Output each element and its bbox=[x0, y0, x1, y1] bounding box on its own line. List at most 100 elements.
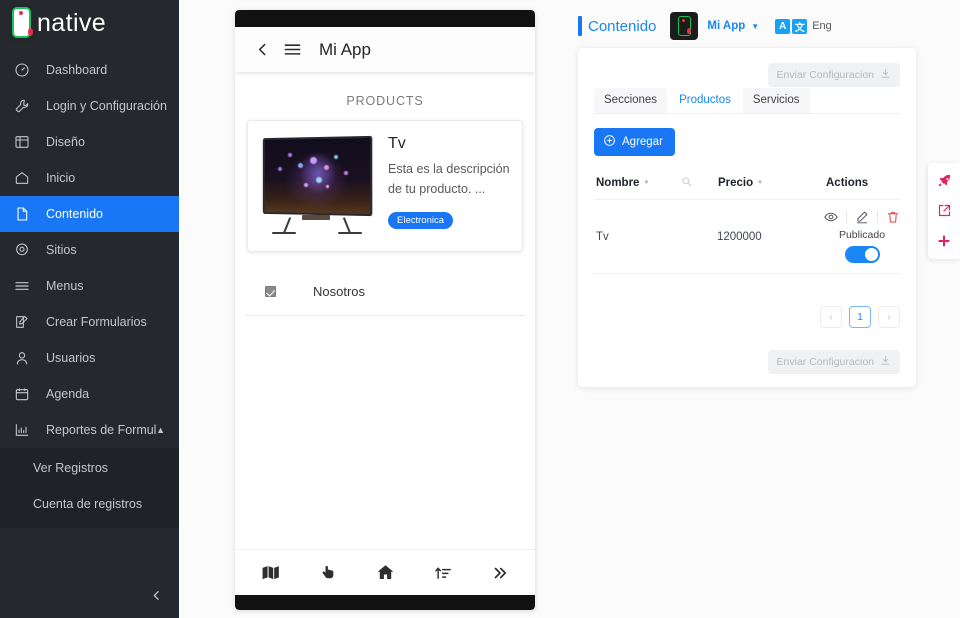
product-category-tag: Electronica bbox=[388, 211, 453, 229]
product-name: Tv bbox=[388, 135, 406, 152]
sort-icon[interactable] bbox=[434, 564, 452, 582]
sidebar-subitem-cuenta-de-registros[interactable]: Cuenta de registros bbox=[0, 486, 179, 522]
product-card[interactable]: Tv Esta es la descripción de tu producto… bbox=[247, 120, 523, 252]
sort-arrows-icon[interactable]: ▲ ▼ bbox=[643, 179, 649, 186]
wrench-icon bbox=[14, 97, 36, 115]
sidebar-nav: Dashboard Login y Configuración Diseño I… bbox=[0, 52, 179, 528]
brand-name: native bbox=[37, 8, 107, 37]
add-product-button[interactable]: Agregar bbox=[594, 128, 675, 156]
home-icon bbox=[14, 169, 36, 187]
sidebar-submenu-reportes: Ver Registros Cuenta de registros bbox=[0, 448, 179, 528]
product-info: Tv Esta es la descripción de tu producto… bbox=[388, 133, 512, 239]
hamburger-icon bbox=[14, 277, 36, 295]
send-config-label: Enviar Configuracion bbox=[776, 356, 874, 368]
sidebar-subitem-label: Cuenta de registros bbox=[33, 497, 143, 511]
brand-logo[interactable]: native bbox=[0, 0, 179, 46]
app-logo-icon[interactable] bbox=[670, 12, 699, 40]
speedometer-icon bbox=[14, 61, 36, 79]
send-config-label: Enviar Configuracion bbox=[776, 69, 874, 81]
document-icon bbox=[14, 205, 36, 223]
column-header-label: Precio bbox=[718, 176, 754, 189]
phone-preview: Mi App PRODUCTS Tv Esta es la descripció… bbox=[235, 10, 535, 610]
plus-icon[interactable] bbox=[936, 233, 952, 249]
plus-circle-icon bbox=[603, 134, 616, 150]
bar-chart-icon bbox=[14, 421, 36, 439]
app-selector-label[interactable]: Mi App bbox=[707, 20, 745, 32]
phone-app-bar: Mi App bbox=[235, 27, 535, 72]
sidebar-item-contenido[interactable]: Contenido bbox=[0, 196, 179, 232]
home-icon[interactable] bbox=[376, 563, 395, 582]
pagination-page-1[interactable]: 1 bbox=[849, 306, 871, 328]
publish-toggle[interactable] bbox=[844, 246, 880, 263]
sidebar: native Dashboard Login y Configuración D… bbox=[0, 0, 179, 618]
sidebar-item-diseno[interactable]: Diseño bbox=[0, 124, 179, 160]
rocket-icon[interactable] bbox=[937, 173, 952, 188]
floating-action-rail bbox=[928, 163, 960, 259]
send-config-button-top[interactable]: Enviar Configuracion bbox=[767, 63, 900, 87]
table-row: Tv 1200000 Publicado bbox=[594, 200, 900, 274]
sidebar-item-label: Usuarios bbox=[46, 351, 96, 365]
chevron-up-icon: ▲ bbox=[156, 425, 165, 435]
sidebar-item-crear-formularios[interactable]: Crear Formularios bbox=[0, 304, 179, 340]
back-icon[interactable] bbox=[247, 41, 277, 58]
column-header-precio[interactable]: Precio ▲ ▼ bbox=[718, 177, 826, 189]
sidebar-item-label: Contenido bbox=[46, 207, 103, 221]
column-header-actions: Actions bbox=[826, 177, 900, 189]
sidebar-item-dashboard[interactable]: Dashboard bbox=[0, 52, 179, 88]
app-root: native Dashboard Login y Configuración D… bbox=[0, 0, 960, 618]
products-section-label: PRODUCTS bbox=[346, 94, 424, 108]
sidebar-item-label: Menus bbox=[46, 279, 84, 293]
sidebar-item-agenda[interactable]: Agenda bbox=[0, 376, 179, 412]
sidebar-item-label: Diseño bbox=[46, 135, 85, 149]
chevron-left-icon: ‹ bbox=[829, 311, 833, 323]
publish-status-label: Publicado bbox=[838, 229, 886, 241]
language-selector[interactable]: A 文 Eng bbox=[775, 18, 832, 34]
caret-down-icon[interactable]: ▼ bbox=[751, 22, 759, 31]
list-item[interactable]: Nosotros bbox=[245, 266, 525, 316]
calendar-icon bbox=[14, 385, 36, 403]
checkbox-checked-icon[interactable] bbox=[265, 286, 276, 297]
search-icon[interactable] bbox=[681, 176, 692, 190]
sort-arrows-icon[interactable]: ▲ ▼ bbox=[757, 179, 763, 186]
phone-bottom-nav bbox=[235, 549, 535, 595]
native-phone-logo-icon bbox=[10, 6, 36, 40]
cell-actions: Publicado bbox=[824, 210, 900, 263]
chevron-left-icon bbox=[150, 589, 163, 606]
tab-servicios[interactable]: Servicios bbox=[742, 88, 810, 113]
sidebar-subitem-ver-registros[interactable]: Ver Registros bbox=[0, 450, 179, 486]
map-icon[interactable] bbox=[261, 563, 280, 582]
products-table: Nombre ▲ ▼ Precio ▲ ▼ Actions Tv 1200000… bbox=[594, 166, 900, 274]
sidebar-collapse-button[interactable] bbox=[143, 584, 169, 610]
content-header: Contenido Mi App ▼ A 文 Eng bbox=[578, 12, 832, 40]
sidebar-item-login-configuracion[interactable]: Login y Configuración bbox=[0, 88, 179, 124]
sidebar-item-label: Agenda bbox=[46, 387, 90, 401]
pagination-next-button[interactable]: › bbox=[878, 306, 900, 328]
column-header-nombre[interactable]: Nombre ▲ ▼ bbox=[594, 176, 718, 190]
pagination-prev-button[interactable]: ‹ bbox=[820, 306, 842, 328]
sidebar-item-inicio[interactable]: Inicio bbox=[0, 160, 179, 196]
sidebar-item-label: Sitios bbox=[46, 243, 77, 257]
share-icon[interactable] bbox=[937, 203, 952, 218]
tab-productos[interactable]: Productos bbox=[669, 88, 741, 113]
pagination: ‹ 1 › bbox=[820, 306, 900, 328]
double-chevron-right-icon[interactable] bbox=[491, 564, 509, 582]
eye-icon[interactable] bbox=[824, 210, 838, 224]
trash-icon[interactable] bbox=[886, 210, 900, 224]
pointing-hand-icon[interactable] bbox=[319, 564, 337, 582]
sidebar-item-menus[interactable]: Menus bbox=[0, 268, 179, 304]
hamburger-icon[interactable] bbox=[277, 40, 307, 59]
sidebar-item-usuarios[interactable]: Usuarios bbox=[0, 340, 179, 376]
sidebar-item-label: Reportes de Formular... bbox=[46, 423, 157, 437]
send-config-button-bottom[interactable]: Enviar Configuracion bbox=[767, 350, 900, 374]
phone-screen-body: PRODUCTS Tv Esta es la descripción de tu… bbox=[235, 72, 535, 549]
tab-secciones[interactable]: Secciones bbox=[594, 88, 668, 113]
product-description: Esta es la descripción de tu producto. .… bbox=[388, 162, 510, 197]
pencil-icon[interactable] bbox=[855, 210, 869, 224]
page-title: Contenido bbox=[588, 17, 657, 35]
list-item-label: Nosotros bbox=[313, 284, 366, 299]
sidebar-item-sitios[interactable]: Sitios bbox=[0, 232, 179, 268]
sidebar-item-label: Inicio bbox=[46, 171, 76, 185]
language-label: Eng bbox=[812, 20, 832, 32]
user-icon bbox=[14, 349, 36, 367]
sidebar-item-reportes-de-formularios[interactable]: Reportes de Formular... ▲ bbox=[0, 412, 179, 448]
